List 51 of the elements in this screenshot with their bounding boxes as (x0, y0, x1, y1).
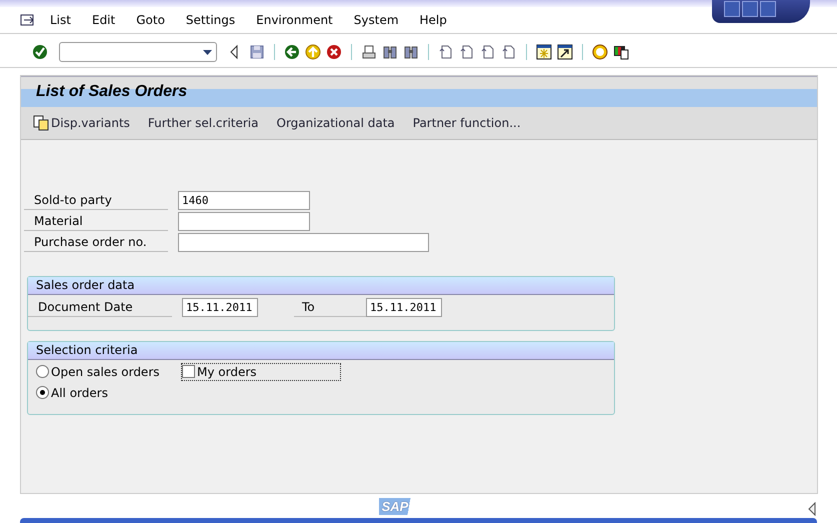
toolbar-button[interactable]: Organizational data (276, 116, 395, 130)
date-field[interactable]: 15.11.2011 (366, 298, 442, 317)
window-icon[interactable] (536, 44, 552, 60)
cancel-icon[interactable] (326, 44, 342, 60)
page-icon[interactable] (480, 44, 496, 60)
radio-button[interactable] (36, 365, 49, 378)
menu-item[interactable]: Environment (256, 13, 333, 27)
close-button[interactable] (760, 1, 776, 17)
menu-item[interactable]: System (354, 13, 399, 27)
page-icon[interactable] (501, 44, 517, 60)
command-field[interactable] (59, 42, 217, 62)
field-label: Document Date (28, 298, 172, 317)
input-field[interactable] (178, 233, 429, 252)
date-field[interactable]: 15.11.2011 (182, 298, 258, 317)
triangle-icon[interactable] (807, 502, 817, 516)
monitor-icon[interactable] (613, 44, 629, 60)
input-field[interactable] (178, 212, 310, 231)
check-icon[interactable] (32, 44, 48, 60)
menu-item[interactable]: Settings (186, 13, 236, 27)
up-arrow-icon[interactable] (305, 44, 321, 60)
radio-label[interactable]: All orders (51, 386, 108, 400)
variants-icon (33, 115, 49, 131)
menu-item[interactable]: Help (420, 13, 447, 27)
page-icon[interactable] (438, 44, 454, 60)
radio-label[interactable]: Open sales orders (51, 364, 160, 378)
caret-icon[interactable] (203, 50, 212, 54)
back-arrow-icon[interactable] (284, 44, 300, 60)
radio-button[interactable] (36, 386, 49, 399)
menu-item[interactable]: Edit (92, 13, 116, 27)
group-title: Sales order data (28, 277, 614, 295)
toolbar-button[interactable]: Disp.variants (33, 115, 130, 131)
printer-icon[interactable] (361, 44, 377, 60)
input-field[interactable]: 1460 (178, 191, 310, 210)
minimize-button[interactable] (724, 1, 740, 17)
binoculars-icon[interactable] (403, 44, 419, 60)
menu-item[interactable]: List (50, 13, 71, 27)
group-title: Selection criteria (28, 342, 614, 360)
window-icon[interactable] (557, 44, 573, 60)
menu-item[interactable]: Goto (136, 13, 165, 27)
field-label: Purchase order no. (24, 233, 168, 252)
menu-icon[interactable] (20, 13, 36, 27)
maximize-button[interactable] (742, 1, 758, 17)
checkbox[interactable] (182, 365, 195, 378)
binoculars-icon[interactable] (382, 44, 398, 60)
help-icon[interactable] (592, 44, 608, 60)
toolbar-button[interactable]: Further sel.criteria (148, 116, 258, 130)
field-label: Sold-to party (24, 191, 168, 210)
toolbar-button[interactable]: Partner function... (412, 116, 521, 130)
field-label: Material (24, 212, 168, 231)
screen-title: List of Sales Orders (36, 83, 188, 101)
page-icon[interactable] (459, 44, 475, 60)
